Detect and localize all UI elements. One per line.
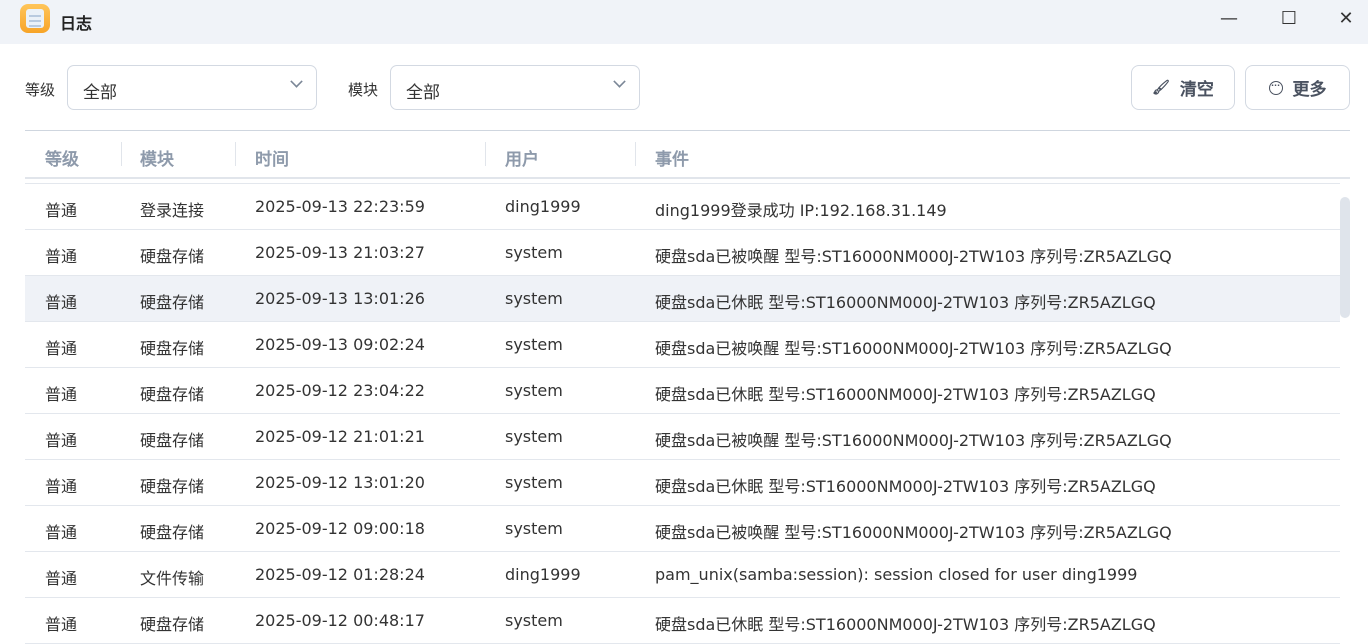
log-app-icon	[20, 4, 50, 33]
cell-level: 普通	[45, 569, 78, 588]
cell-time: 2025-09-12 21:01:21	[255, 427, 425, 446]
level-select[interactable]: 全部	[67, 65, 317, 110]
cell-event: ding1999登录成功 IP:192.168.31.149	[655, 201, 947, 220]
table-row[interactable]: 普通 硬盘存储 2025-09-12 13:01:20 system 硬盘sda已休眠 …	[25, 460, 1340, 506]
header-user[interactable]: 用户	[505, 145, 539, 170]
table-row[interactable]: 普通 硬盘存储 2025-09-13 09:02:24 system 硬盘sda已被唤醒…	[25, 322, 1340, 368]
more-button[interactable]: ··· 更多	[1245, 65, 1350, 110]
table-row[interactable]: 普通 硬盘存储 2025-09-12 00:48:17 system 硬盘sda已休眠 …	[25, 598, 1340, 644]
cell-module: 硬盘存储	[140, 385, 205, 404]
cell-level: 普通	[45, 523, 78, 542]
cell-event: 硬盘sda已休眠 型号:ST16000NM000J-2TW103 序列号:ZR5…	[655, 385, 1156, 404]
header-module[interactable]: 模块	[140, 145, 174, 170]
cell-module: 文件传输	[140, 569, 205, 588]
level-filter-label: 等级	[25, 81, 56, 99]
cell-user: system	[505, 611, 563, 630]
cell-time: 2025-09-12 13:01:20	[255, 473, 425, 492]
cell-user: system	[505, 243, 563, 262]
cell-module: 硬盘存储	[140, 293, 205, 312]
table-row[interactable]: 普通 硬盘存储 2025-09-12 23:04:22 system 硬盘sda已休眠 …	[25, 368, 1340, 414]
cell-time: 2025-09-12 01:28:24	[255, 565, 425, 584]
cell-event: 硬盘sda已被唤醒 型号:ST16000NM000J-2TW103 序列号:ZR…	[655, 339, 1172, 358]
more-label: 更多	[1292, 80, 1327, 100]
cell-user: system	[505, 427, 563, 446]
cell-level: 普通	[45, 201, 78, 220]
window-title: 日志	[60, 14, 93, 33]
cell-time: 2025-09-13 09:02:24	[255, 335, 425, 354]
cell-module: 硬盘存储	[140, 247, 205, 266]
cell-event: 硬盘sda已被唤醒 型号:ST16000NM000J-2TW103 序列号:ZR…	[655, 523, 1172, 542]
cell-level: 普通	[45, 431, 78, 450]
module-filter-label: 模块	[348, 81, 379, 99]
cell-user: system	[505, 289, 563, 308]
close-icon[interactable]: ✕	[1332, 8, 1360, 30]
table-header: 等级 模块 时间 用户 事件	[25, 131, 1350, 177]
header-time[interactable]: 时间	[255, 145, 289, 170]
cell-time: 2025-09-13 13:01:26	[255, 289, 425, 308]
cell-module: 硬盘存储	[140, 523, 205, 542]
cell-level: 普通	[45, 293, 78, 312]
minimize-icon[interactable]: —	[1215, 8, 1243, 30]
cell-time: 2025-09-12 23:04:22	[255, 381, 425, 400]
cell-event: 硬盘sda已被唤醒 型号:ST16000NM000J-2TW103 序列号:ZR…	[655, 247, 1172, 266]
chevron-down-icon	[613, 75, 626, 88]
cell-level: 普通	[45, 385, 78, 404]
clear-button[interactable]: 🖌 清空	[1131, 65, 1235, 110]
header-event[interactable]: 事件	[655, 145, 689, 170]
chevron-down-icon	[290, 75, 303, 88]
cell-time: 2025-09-12 00:48:17	[255, 611, 425, 630]
cell-level: 普通	[45, 339, 78, 358]
more-circle-icon: ···	[1268, 80, 1283, 95]
module-select[interactable]: 全部	[390, 65, 640, 110]
cell-event: 硬盘sda已被唤醒 型号:ST16000NM000J-2TW103 序列号:ZR…	[655, 431, 1172, 450]
cell-level: 普通	[45, 247, 78, 266]
clear-label: 清空	[1179, 80, 1214, 100]
cell-user: system	[505, 519, 563, 538]
level-select-value: 全部	[83, 83, 117, 103]
cell-user: ding1999	[505, 565, 581, 584]
cell-user: ding1999	[505, 197, 581, 216]
cell-level: 普通	[45, 477, 78, 496]
cell-module: 硬盘存储	[140, 477, 205, 496]
scrollbar[interactable]	[1340, 197, 1350, 318]
cell-module: 硬盘存储	[140, 615, 205, 634]
cell-user: system	[505, 381, 563, 400]
cell-time: 2025-09-12 09:00:18	[255, 519, 425, 538]
cell-event: 硬盘sda已休眠 型号:ST16000NM000J-2TW103 序列号:ZR5…	[655, 293, 1156, 312]
cell-user: system	[505, 473, 563, 492]
cell-event: 硬盘sda已休眠 型号:ST16000NM000J-2TW103 序列号:ZR5…	[655, 477, 1156, 496]
table-row[interactable]: 普通 硬盘存储 2025-09-13 13:01:26 system 硬盘sda已休眠 …	[25, 276, 1340, 322]
module-select-value: 全部	[406, 83, 440, 103]
cell-module: 硬盘存储	[140, 339, 205, 358]
cell-user: system	[505, 335, 563, 354]
table-row[interactable]: 普通 登录连接 2025-09-13 22:23:59 ding1999 ding199…	[25, 184, 1340, 230]
cell-level: 普通	[45, 615, 78, 634]
brush-icon: 🖌	[1152, 79, 1170, 96]
table-row[interactable]: 普通 硬盘存储 2025-09-13 21:03:27 system 硬盘sda已被唤醒…	[25, 230, 1340, 276]
maximize-icon[interactable]: ☐	[1275, 8, 1303, 30]
cell-time: 2025-09-13 21:03:27	[255, 243, 425, 262]
table-row[interactable]: 普通 硬盘存储 2025-09-12 21:01:21 system 硬盘sda已被唤醒…	[25, 414, 1340, 460]
cell-event: pam_unix(samba:session): session closed …	[655, 565, 1138, 584]
cell-event: 硬盘sda已休眠 型号:ST16000NM000J-2TW103 序列号:ZR5…	[655, 615, 1156, 634]
title-bar: 日志 — ☐ ✕	[0, 0, 1368, 44]
table-row[interactable]: 普通 文件传输 2025-09-12 01:28:24 ding1999 pam_uni…	[25, 552, 1340, 598]
cell-time: 2025-09-13 22:23:59	[255, 197, 425, 216]
cell-module: 硬盘存储	[140, 431, 205, 450]
header-level[interactable]: 等级	[45, 145, 79, 170]
table-row[interactable]: 普通 硬盘存储 2025-09-12 09:00:18 system 硬盘sda已被唤醒…	[25, 506, 1340, 552]
cell-module: 登录连接	[140, 201, 205, 220]
header-divider	[25, 177, 1350, 179]
